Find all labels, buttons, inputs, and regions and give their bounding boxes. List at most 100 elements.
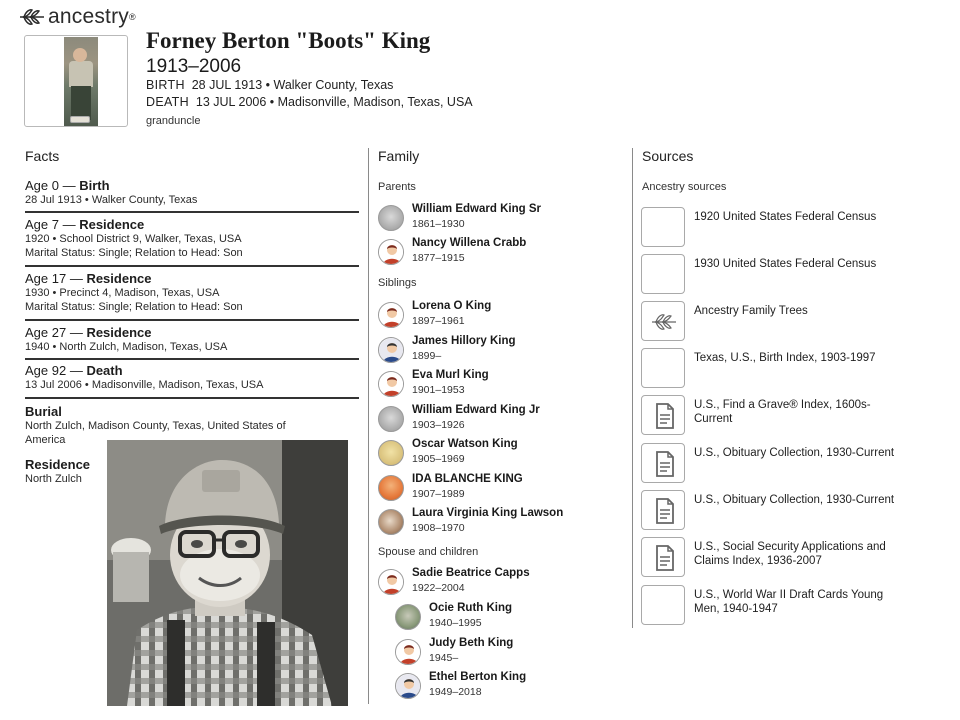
fact-divider [25,358,359,360]
spouse-name: Sadie Beatrice Capps [412,567,530,579]
photo-avatar [378,440,404,466]
female-avatar-icon [378,371,404,397]
source-thumbnail [641,348,685,388]
source-item[interactable]: Texas, U.S., Birth Index, 1903-1997 [641,348,911,388]
source-item[interactable]: U.S., Obituary Collection, 1930-Current [641,443,911,483]
person-name: Forney Berton "Boots" King [146,28,431,53]
photo-avatar [395,604,421,630]
family-member-name: Ethel Berton King [429,671,527,683]
brand-name: ancestry [48,5,129,28]
sources-heading: Sources [642,148,694,164]
document-icon [656,498,674,524]
man-in-cap-photo [107,440,348,706]
column-divider-right [632,148,633,628]
family-member-years: 1899– [412,349,442,362]
document-icon [656,545,674,571]
parents-heading: Parents [378,181,416,193]
family-member-name: Laura Virginia King Lawson [412,507,564,519]
photo-avatar [378,509,404,535]
family-member-years: 1861–1930 [412,218,465,230]
source-thumbnail [641,537,685,577]
family-member-years: 1949–2018 [429,686,482,698]
source-title: U.S., Obituary Collection, 1930-Current [694,494,895,506]
fact-residence[interactable]: Residence North Zulch [25,457,105,486]
family-member-name: Eva Murl King [412,369,489,381]
profile-photo[interactable] [24,35,128,127]
death-info: DEATH 13 JUL 2006 • Madisonville, Madiso… [146,95,473,109]
family-member-years: 1903–1926 [412,418,465,431]
leaf-logo-icon [20,9,44,25]
source-item[interactable]: U.S., World War II Draft Cards Young Men… [641,585,911,625]
source-item[interactable]: U.S., Social Security Applications and C… [641,537,911,577]
source-title: 1930 United States Federal Census [694,258,877,270]
photo-avatar [378,405,404,432]
female-avatar-icon [378,569,404,595]
ancestry-logo[interactable]: ancestry ® [18,4,136,30]
column-divider-left [368,148,369,704]
source-thumbnail [641,395,685,435]
female-avatar-icon [395,638,421,665]
fact-residence-1930[interactable]: Age 17 — Residence 1930 • Precinct 4, Ma… [25,271,359,314]
family-member-name: Judy Beth King [429,636,514,649]
source-thumbnail [641,254,685,294]
large-photo[interactable] [107,440,348,706]
source-item[interactable]: U.S., Obituary Collection, 1930-Current [641,490,911,530]
source-thumbnail [641,301,685,341]
family-member-years: 1877–1915 [412,252,465,264]
birth-info: BIRTH 28 JUL 1913 • Walker County, Texas [146,78,393,92]
source-item[interactable]: Ancestry Family Trees [641,301,911,341]
family-member-name: Nancy Willena Crabb [412,237,527,249]
source-item[interactable]: U.S., Find a Grave® Index, 1600s-Current [641,395,911,435]
relationship-label: granduncle [146,115,201,127]
person-lifespan: 1913–2006 [146,56,242,77]
source-title: U.S., Obituary Collection, 1930-Current [694,447,895,459]
fact-residence-1920[interactable]: Age 7 — Residence 1920 • School District… [25,217,359,260]
spouse-years: 1922–2004 [412,582,465,594]
source-thumbnail [641,585,685,625]
source-thumbnail [641,443,685,483]
male-avatar-icon [395,673,421,699]
source-item[interactable]: 1920 United States Federal Census [641,207,911,247]
photo-avatar [378,474,404,501]
fact-divider [25,319,359,321]
source-title: U.S., World War II Draft Cards Young Men… [694,589,884,615]
family-member-name: William Edward King Jr [412,403,540,416]
family-member-name: William Edward King Sr [412,203,541,215]
family-member-name: IDA BLANCHE KING [412,472,523,485]
family-member-name: Oscar Watson King [412,438,518,450]
ancestry-sources-heading: Ancestry sources [642,181,727,193]
family-member-years: 1908–1970 [412,522,465,534]
source-title: Ancestry Family Trees [694,305,808,317]
source-thumbnail [641,207,685,247]
source-title: U.S., Find a Grave® Index, 1600s-Current [694,399,871,425]
source-title: 1920 United States Federal Census [694,211,877,223]
family-member-years: 1897–1961 [412,315,465,327]
death-value: 13 JUL 2006 • Madisonville, Madison, Tex… [195,95,473,109]
fact-divider [25,211,359,213]
fact-birth[interactable]: Age 0 — Birth 28 Jul 1913 • Walker Count… [25,178,359,207]
source-title: Texas, U.S., Birth Index, 1903-1997 [694,352,876,364]
family-member-years: 1940–1995 [429,617,482,629]
leaf-logo-icon [652,314,676,330]
family-member-name: Lorena O King [412,300,492,312]
document-icon [656,451,674,477]
photo-avatar [378,205,404,231]
family-member-years: 1945– [429,651,459,664]
family-member-years: 1905–1969 [412,453,465,465]
facts-heading: Facts [25,148,60,164]
family-heading: Family [378,148,420,164]
source-thumbnail [641,490,685,530]
fact-divider [25,265,359,267]
male-avatar-icon [378,336,404,363]
source-item[interactable]: 1930 United States Federal Census [641,254,911,294]
siblings-heading: Siblings [378,277,417,289]
family-member-name: James Hillory King [412,334,516,347]
birth-value: 28 JUL 1913 • Walker County, Texas [191,78,394,92]
fact-divider [25,397,359,399]
fact-residence-1940[interactable]: Age 27 — Residence 1940 • North Zulch, M… [25,325,359,354]
family-member-name: Ocie Ruth King [429,602,513,614]
family-member-years: 1907–1989 [412,487,465,500]
fact-death[interactable]: Age 92 — Death 13 Jul 2006 • Madisonvill… [25,363,359,392]
female-avatar-icon [378,302,404,328]
death-label: DEATH [146,95,189,109]
